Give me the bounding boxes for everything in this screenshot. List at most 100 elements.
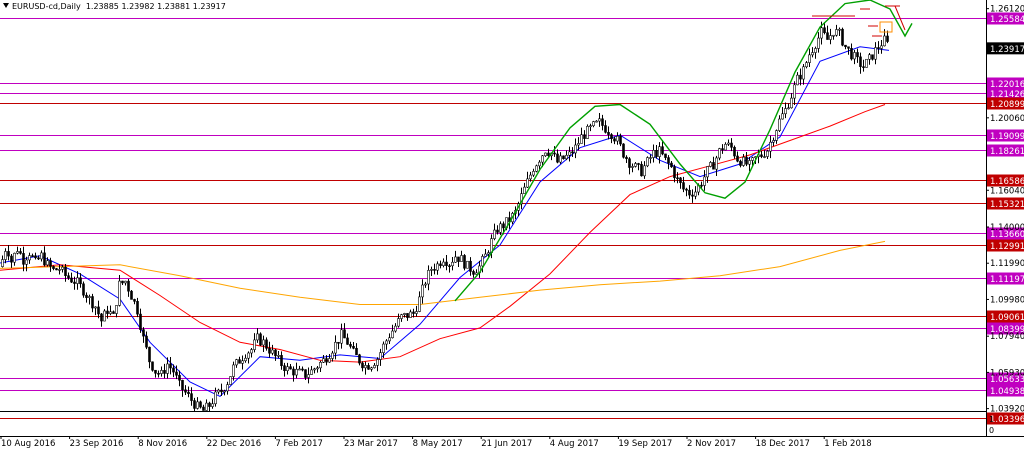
candle-body bbox=[481, 256, 484, 267]
candle-body bbox=[574, 144, 577, 154]
candle-body bbox=[232, 364, 235, 377]
candle-body bbox=[544, 152, 547, 157]
candle-body bbox=[334, 341, 337, 354]
candle-body bbox=[310, 369, 313, 375]
candle-body bbox=[388, 337, 391, 342]
candle-body bbox=[880, 45, 883, 49]
candle-body bbox=[739, 160, 742, 166]
candle-body bbox=[58, 269, 61, 271]
candle-body bbox=[268, 348, 271, 354]
candle-body bbox=[553, 152, 556, 155]
candle-body bbox=[730, 142, 733, 148]
candle-body bbox=[586, 125, 589, 139]
level-label: 1.18261 bbox=[990, 147, 1024, 157]
candle-body bbox=[181, 379, 184, 391]
candle-body bbox=[118, 280, 121, 306]
candle-body bbox=[34, 255, 37, 259]
candle-body bbox=[214, 391, 217, 405]
candle-body bbox=[817, 37, 820, 49]
candle-body bbox=[178, 374, 181, 381]
candle-body bbox=[652, 149, 655, 158]
candle-body bbox=[559, 155, 562, 163]
x-tick-label: 23 Mar 2017 bbox=[344, 439, 398, 449]
candle-body bbox=[121, 280, 124, 284]
candle-body bbox=[37, 257, 40, 260]
candle-body bbox=[355, 347, 358, 356]
candle-body bbox=[79, 277, 82, 285]
candle-body bbox=[688, 189, 691, 196]
candle-body bbox=[25, 259, 28, 265]
candle-body bbox=[238, 359, 241, 364]
candle-body bbox=[208, 402, 211, 407]
candle-body bbox=[571, 151, 574, 154]
candle-body bbox=[592, 121, 595, 127]
candle-body bbox=[394, 325, 397, 332]
candle-body bbox=[715, 157, 718, 170]
candle-body bbox=[217, 389, 220, 393]
candle-body bbox=[70, 277, 73, 283]
candle-body bbox=[97, 306, 100, 315]
candle-body bbox=[175, 371, 178, 376]
candle-body bbox=[289, 366, 292, 370]
candle-body bbox=[403, 313, 406, 315]
candle-body bbox=[529, 174, 532, 180]
candle-body bbox=[538, 161, 541, 167]
candle-body bbox=[745, 156, 748, 165]
candle-body bbox=[883, 35, 886, 47]
candle-body bbox=[28, 255, 31, 261]
candle-body bbox=[364, 365, 367, 369]
candle-body bbox=[331, 352, 334, 359]
candle-body bbox=[160, 370, 163, 374]
candle-body bbox=[52, 266, 55, 269]
level-label: 1.04938 bbox=[990, 387, 1024, 397]
candle-body bbox=[829, 35, 832, 40]
candle-body bbox=[838, 28, 841, 31]
candle-body bbox=[148, 346, 151, 363]
candle-body bbox=[616, 135, 619, 142]
candle-body bbox=[532, 171, 535, 176]
candle-body bbox=[145, 335, 148, 348]
candle-body bbox=[865, 58, 868, 68]
candle-body bbox=[340, 329, 343, 344]
candle-body bbox=[91, 296, 94, 309]
candle-body bbox=[19, 251, 22, 254]
candle-body bbox=[670, 162, 673, 168]
candle-body bbox=[469, 260, 472, 272]
y-tick-label: 1.26120 bbox=[990, 5, 1024, 15]
candle-body bbox=[523, 186, 526, 194]
candle-body bbox=[49, 260, 52, 267]
candle-body bbox=[415, 311, 418, 314]
level-label: 1.19099 bbox=[990, 132, 1024, 142]
candle-body bbox=[868, 54, 871, 60]
candle-body bbox=[649, 157, 652, 159]
level-label: 1.20899 bbox=[990, 100, 1024, 110]
candle-body bbox=[556, 153, 559, 163]
candle-body bbox=[283, 365, 286, 372]
candle-body bbox=[445, 261, 448, 267]
y-tick-label: 1.09980 bbox=[990, 295, 1024, 305]
candle-body bbox=[64, 266, 67, 276]
candle-body bbox=[685, 188, 688, 191]
candle-body bbox=[151, 361, 154, 371]
candle-body bbox=[271, 349, 274, 354]
candle-body bbox=[484, 253, 487, 257]
candlesticks bbox=[1, 21, 889, 412]
price-chart[interactable]: 1.255841.220161.214261.208991.190991.182… bbox=[0, 0, 1024, 449]
level-label: 1.12991 bbox=[990, 242, 1024, 252]
candle-body bbox=[733, 146, 736, 157]
candle-body bbox=[265, 339, 268, 349]
candle-body bbox=[781, 113, 784, 120]
candle-body bbox=[832, 34, 835, 37]
candle-body bbox=[46, 260, 49, 266]
candle-body bbox=[856, 52, 859, 58]
moving-averages bbox=[0, 46, 890, 398]
horizontal-levels bbox=[0, 18, 986, 419]
subpanel-max-label: 1 bbox=[989, 415, 994, 424]
candle-body bbox=[16, 251, 19, 254]
candle-body bbox=[718, 148, 721, 159]
candle-body bbox=[826, 32, 829, 40]
candle-body bbox=[7, 251, 10, 257]
y-tick-label: 1.16040 bbox=[990, 186, 1024, 196]
candle-body bbox=[661, 146, 664, 155]
candle-body bbox=[502, 223, 505, 229]
